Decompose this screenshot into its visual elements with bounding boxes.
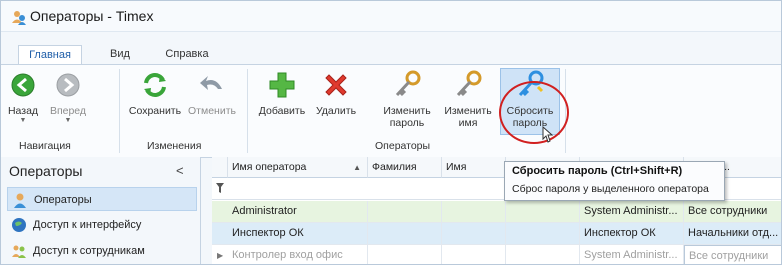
cell-employee-access[interactable]: Все сотрудники	[684, 245, 781, 264]
nav-item-label: Доступ к сотрудникам	[33, 245, 145, 257]
cell-last-name	[368, 201, 442, 222]
undo-icon	[200, 76, 222, 90]
forward-arrow-icon	[56, 73, 80, 97]
nav-item-label: Доступ к интерфейсу	[33, 219, 142, 231]
change-name-button[interactable]: Изменить имя	[441, 69, 495, 129]
delete-x-icon	[325, 74, 347, 96]
collapse-button[interactable]: <	[176, 163, 184, 178]
cell-operator-name: Инспектор ОК	[228, 223, 368, 244]
cell-employee-access: Начальники отд...	[684, 223, 781, 244]
plus-icon	[269, 72, 295, 98]
ribbon-group-labels: Навигация Изменения Операторы	[1, 139, 781, 155]
row-indicator-header	[212, 157, 228, 178]
cell-operator-name: Administrator	[228, 201, 368, 222]
users-icon	[12, 245, 26, 258]
cell-last-name	[368, 223, 442, 244]
panel-title: Операторы	[9, 163, 83, 179]
ribbon: Назад ▼ Вперед ▼ Сохранить Отменить Доба…	[1, 64, 781, 158]
column-header-last-name[interactable]: Фамилия	[368, 157, 442, 178]
table-row[interactable]: Administrator System Administr... Все со…	[212, 201, 781, 223]
back-button[interactable]: Назад ▼	[3, 69, 43, 125]
forward-button[interactable]: Вперед ▼	[45, 69, 91, 125]
back-label: Назад	[7, 105, 39, 117]
cell-5: System Administr...	[580, 201, 684, 222]
group-label-operators: Операторы	[375, 140, 431, 152]
table-row[interactable]: ▶ Контролер вход офис System Administr..…	[212, 245, 781, 264]
change-password-label: Изменить пароль	[383, 105, 431, 129]
tooltip-description: Сброс пароля у выделенного оператора	[512, 183, 709, 195]
column-header-operator-name[interactable]: Имя оператора ▲	[228, 157, 368, 178]
nav-item-employee-access[interactable]: Доступ к сотрудникам	[7, 239, 197, 263]
nav-item-label: Операторы	[34, 194, 92, 206]
group-label-changes: Изменения	[147, 140, 202, 152]
cell-first-name	[442, 223, 506, 244]
cell-5: System Administr...	[580, 245, 684, 264]
save-label: Сохранить	[128, 105, 182, 117]
sort-asc-icon: ▲	[353, 163, 361, 172]
column-header-first-name[interactable]: Имя	[442, 157, 506, 178]
forward-label: Вперед	[49, 105, 87, 117]
current-row-indicator-icon: ▶	[217, 251, 224, 260]
tab-help[interactable]: Справка	[165, 45, 209, 65]
user-icon	[14, 193, 26, 208]
nav-item-operators[interactable]: Операторы	[7, 187, 197, 211]
nav-item-interface-access[interactable]: Доступ к интерфейсу	[7, 213, 197, 237]
forward-dropdown-caret[interactable]: ▼	[45, 117, 91, 125]
title-bar: Операторы - Timex	[1, 1, 781, 32]
app-icon	[12, 11, 26, 25]
change-name-label: Изменить имя	[444, 105, 492, 129]
reset-password-tooltip: Сбросить пароль (Ctrl+Shift+R) Сброс пар…	[504, 161, 725, 201]
tab-view[interactable]: Вид	[105, 45, 135, 65]
delete-button[interactable]: Удалить	[311, 69, 361, 117]
globe-icon	[12, 218, 26, 232]
group-label-navigation: Навигация	[19, 140, 71, 152]
cell-5: Инспектор ОК	[580, 223, 684, 244]
key-icon	[395, 70, 421, 97]
change-password-button[interactable]: Изменить пароль	[379, 69, 435, 129]
window-title: Операторы - Timex	[30, 8, 154, 24]
cell-4	[506, 223, 580, 244]
refresh-icon	[144, 73, 166, 97]
tooltip-title: Сбросить пароль (Ctrl+Shift+R)	[512, 165, 683, 177]
mouse-pointer-icon	[542, 126, 554, 143]
tab-home[interactable]: Главная	[18, 45, 82, 65]
column-header-label: Имя оператора	[232, 161, 307, 173]
back-arrow-icon	[11, 73, 35, 97]
cell-4	[506, 245, 580, 264]
app-window: Операторы - Timex Главная Вид Справка На…	[0, 0, 782, 265]
delete-label: Удалить	[315, 105, 357, 117]
annotation-circle	[499, 81, 569, 144]
save-button[interactable]: Сохранить	[125, 69, 185, 117]
add-label: Добавить	[258, 105, 306, 117]
undo-button[interactable]: Отменить	[187, 69, 237, 117]
table-row[interactable]: Инспектор ОК Инспектор ОК Начальники отд…	[212, 223, 781, 245]
cell-first-name	[442, 245, 506, 264]
cell-4	[506, 201, 580, 222]
cell-first-name	[442, 201, 506, 222]
filter-icon	[216, 183, 224, 193]
cell-employee-access: Все сотрудники	[684, 201, 781, 222]
ribbon-tabs: Главная Вид Справка	[1, 45, 781, 65]
key-icon	[456, 70, 482, 97]
undo-label: Отменить	[188, 105, 236, 117]
left-panel: Операторы < Операторы Доступ к интерфейс…	[1, 157, 201, 264]
add-button[interactable]: Добавить	[255, 69, 309, 117]
cell-operator-name: Контролер вход офис	[228, 245, 368, 264]
cell-last-name	[368, 245, 442, 264]
back-dropdown-caret[interactable]: ▼	[3, 117, 43, 125]
